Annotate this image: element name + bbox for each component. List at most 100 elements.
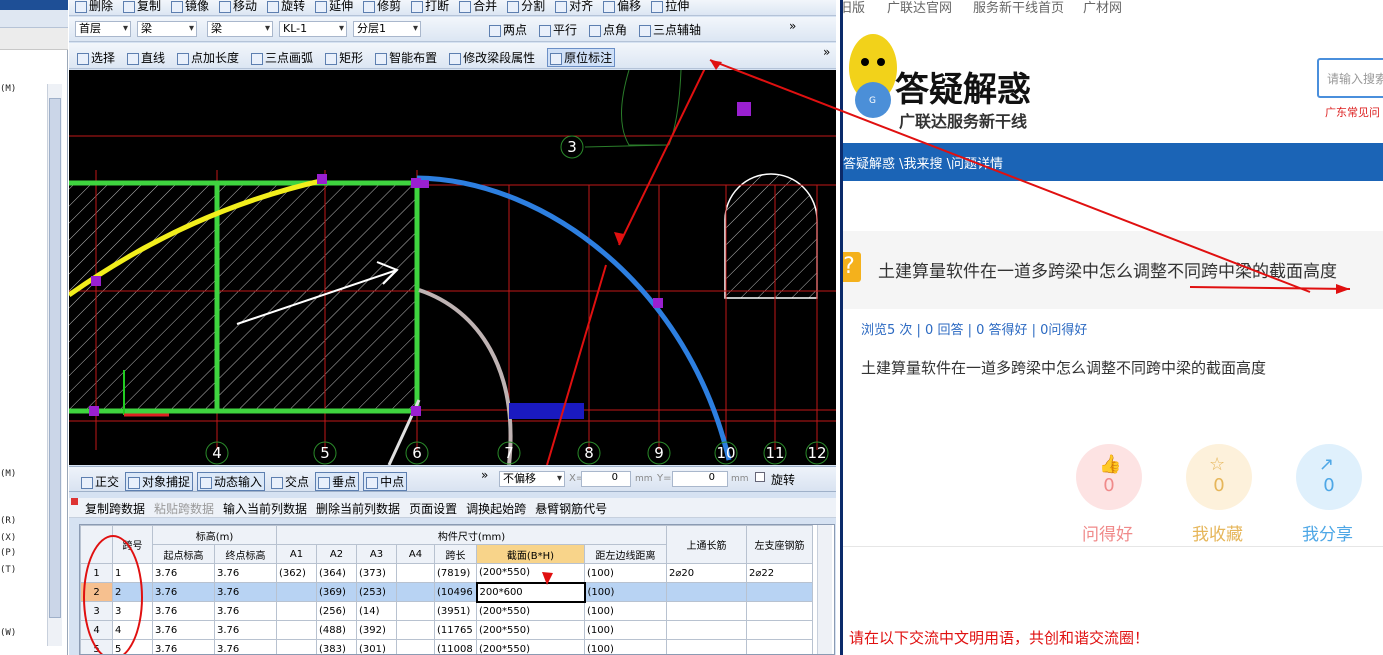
cell-a2[interactable]: (364): [316, 563, 357, 583]
cell-top[interactable]: [666, 639, 747, 654]
cell-a4[interactable]: [396, 601, 435, 621]
offset-select[interactable]: 不偏移: [499, 471, 565, 487]
grid-tool-button[interactable]: 悬臂钢筋代号: [535, 500, 607, 517]
snap-toggle[interactable]: 中点: [363, 472, 408, 491]
edit-tool-button[interactable]: 删除: [75, 0, 113, 14]
beam-select[interactable]: KL-1: [279, 21, 347, 37]
action-label[interactable]: 问得好: [1082, 520, 1133, 545]
action-button[interactable]: 👍 0: [1076, 444, 1142, 510]
toolbar-overflow-icon[interactable]: »: [823, 45, 830, 59]
cell-dist[interactable]: (100): [584, 582, 667, 602]
draw-tool-button[interactable]: 点加长度: [177, 49, 239, 66]
cell-end[interactable]: 3.76: [214, 639, 277, 654]
cell-a2[interactable]: (256): [316, 601, 357, 621]
cell-end[interactable]: 3.76: [214, 563, 277, 583]
cell-a3[interactable]: (253): [356, 582, 397, 602]
cell-end[interactable]: 3.76: [214, 601, 277, 621]
left-panel-scrollbar[interactable]: [47, 84, 62, 646]
axis-tool-button[interactable]: 平行: [539, 21, 577, 38]
action-button[interactable]: ↗ 0: [1296, 444, 1362, 510]
snap-toggle[interactable]: 动态输入: [197, 472, 266, 491]
toolbar-overflow-icon[interactable]: »: [481, 468, 488, 482]
cell-a4[interactable]: [396, 582, 435, 602]
scrollbar-thumb[interactable]: [49, 98, 61, 618]
cell-a1[interactable]: [276, 620, 317, 640]
cell-start[interactable]: 3.76: [152, 620, 215, 640]
cell-start[interactable]: 3.76: [152, 563, 215, 583]
x-coordinate-input[interactable]: 0: [581, 471, 631, 487]
cell-len[interactable]: (11008: [434, 639, 477, 654]
nav-link[interactable]: 服务新干线首页: [973, 0, 1064, 16]
breadcrumb[interactable]: 答疑解惑 \我来搜 \问题详情: [843, 153, 1003, 172]
grid-tool-button[interactable]: 页面设置: [409, 500, 457, 517]
cell-start[interactable]: 3.76: [152, 639, 215, 654]
cell-a1[interactable]: [276, 601, 317, 621]
cell-top[interactable]: [666, 582, 747, 602]
rotate-checkbox[interactable]: [755, 472, 765, 482]
draw-tool-button[interactable]: 修改梁段属性: [449, 49, 535, 66]
edit-tool-button[interactable]: 偏移: [603, 0, 641, 14]
category-select[interactable]: 梁: [137, 21, 197, 37]
snap-toggle[interactable]: 交点: [269, 473, 311, 490]
nav-link[interactable]: 广联达官网: [887, 0, 952, 16]
draw-tool-button[interactable]: 三点画弧: [251, 49, 313, 66]
y-coordinate-input[interactable]: 0: [672, 471, 728, 487]
edit-tool-button[interactable]: 延伸: [315, 0, 353, 14]
action-label[interactable]: 我分享: [1302, 520, 1353, 545]
cell-end[interactable]: 3.76: [214, 620, 277, 640]
cell-dist[interactable]: (100): [584, 563, 667, 583]
draw-tool-button[interactable]: 原位标注: [547, 48, 616, 67]
cell-left[interactable]: [746, 639, 813, 654]
cell-len[interactable]: (11765: [434, 620, 477, 640]
edit-tool-button[interactable]: 旋转: [267, 0, 305, 14]
table-row[interactable]: 3 3 3.76 3.76 (256) (14) (3951) (200*550) (100): [80, 601, 813, 621]
axis-tool-button[interactable]: 点角: [589, 21, 627, 38]
type-select[interactable]: 梁: [207, 21, 273, 37]
edit-tool-button[interactable]: 合并: [459, 0, 497, 14]
edit-tool-button[interactable]: 分割: [507, 0, 545, 14]
draw-tool-button[interactable]: 矩形: [325, 49, 363, 66]
search-hint[interactable]: 广东常见问: [1325, 104, 1380, 120]
draw-tool-button[interactable]: 选择: [77, 49, 115, 66]
draw-tool-button[interactable]: 直线: [127, 49, 165, 66]
grid-tool-button[interactable]: 调换起始跨: [466, 500, 526, 517]
cell-dist[interactable]: (100): [584, 620, 667, 640]
table-row[interactable]: 5 5 3.76 3.76 (383) (301) (11008 (200*550) (100): [80, 639, 813, 654]
nav-link[interactable]: 旧版: [843, 0, 865, 16]
cell-sec[interactable]: (200*550): [476, 639, 585, 654]
edit-tool-button[interactable]: 打断: [411, 0, 449, 14]
table-row[interactable]: 1 1 3.76 3.76 (362) (364) (373) (7819) (200*550)…: [80, 563, 813, 583]
axis-tool-button[interactable]: 两点: [489, 21, 527, 38]
cell-a1[interactable]: (362): [276, 563, 317, 583]
table-scrollbar[interactable]: [817, 525, 832, 654]
table-row[interactable]: 2 2 3.76 3.76 (369) (253) (10496 200*600 (100): [80, 581, 813, 603]
cell-a3[interactable]: (373): [356, 563, 397, 583]
edit-tool-button[interactable]: 移动: [219, 0, 257, 14]
cell-a2[interactable]: (369): [316, 582, 357, 602]
snap-toggle[interactable]: 垂点: [315, 472, 360, 491]
snap-toggle[interactable]: 对象捕捉: [125, 472, 194, 491]
search-input[interactable]: 请输入搜索: [1317, 58, 1383, 98]
grid-tool-button[interactable]: 复制跨数据: [85, 500, 145, 517]
cell-a2[interactable]: (488): [316, 620, 357, 640]
cell-left[interactable]: 2⌀22: [746, 563, 813, 583]
draw-tool-button[interactable]: 智能布置: [375, 49, 437, 66]
edit-tool-button[interactable]: 复制: [123, 0, 161, 14]
cell-left[interactable]: [746, 601, 813, 621]
cell-end[interactable]: 3.76: [214, 582, 277, 602]
cell-sec[interactable]: (200*550): [476, 563, 585, 583]
action-button[interactable]: ☆ 0: [1186, 444, 1252, 510]
cell-sec[interactable]: (200*550): [476, 601, 585, 621]
cell-len[interactable]: (7819): [434, 563, 477, 583]
nav-link[interactable]: 广材网: [1083, 0, 1122, 16]
cell-a3[interactable]: (392): [356, 620, 397, 640]
toolbar-overflow-icon[interactable]: »: [789, 19, 796, 33]
cell-left[interactable]: [746, 582, 813, 602]
cell-start[interactable]: 3.76: [152, 601, 215, 621]
cell-len[interactable]: (10496: [434, 582, 477, 602]
cell-top[interactable]: 2⌀20: [666, 563, 747, 583]
cell-len[interactable]: (3951): [434, 601, 477, 621]
edit-tool-button[interactable]: 镜像: [171, 0, 209, 14]
cell-a4[interactable]: [396, 639, 435, 654]
drawing-canvas[interactable]: 4 5 6 7 8 9 10 11 12 3: [69, 70, 836, 465]
